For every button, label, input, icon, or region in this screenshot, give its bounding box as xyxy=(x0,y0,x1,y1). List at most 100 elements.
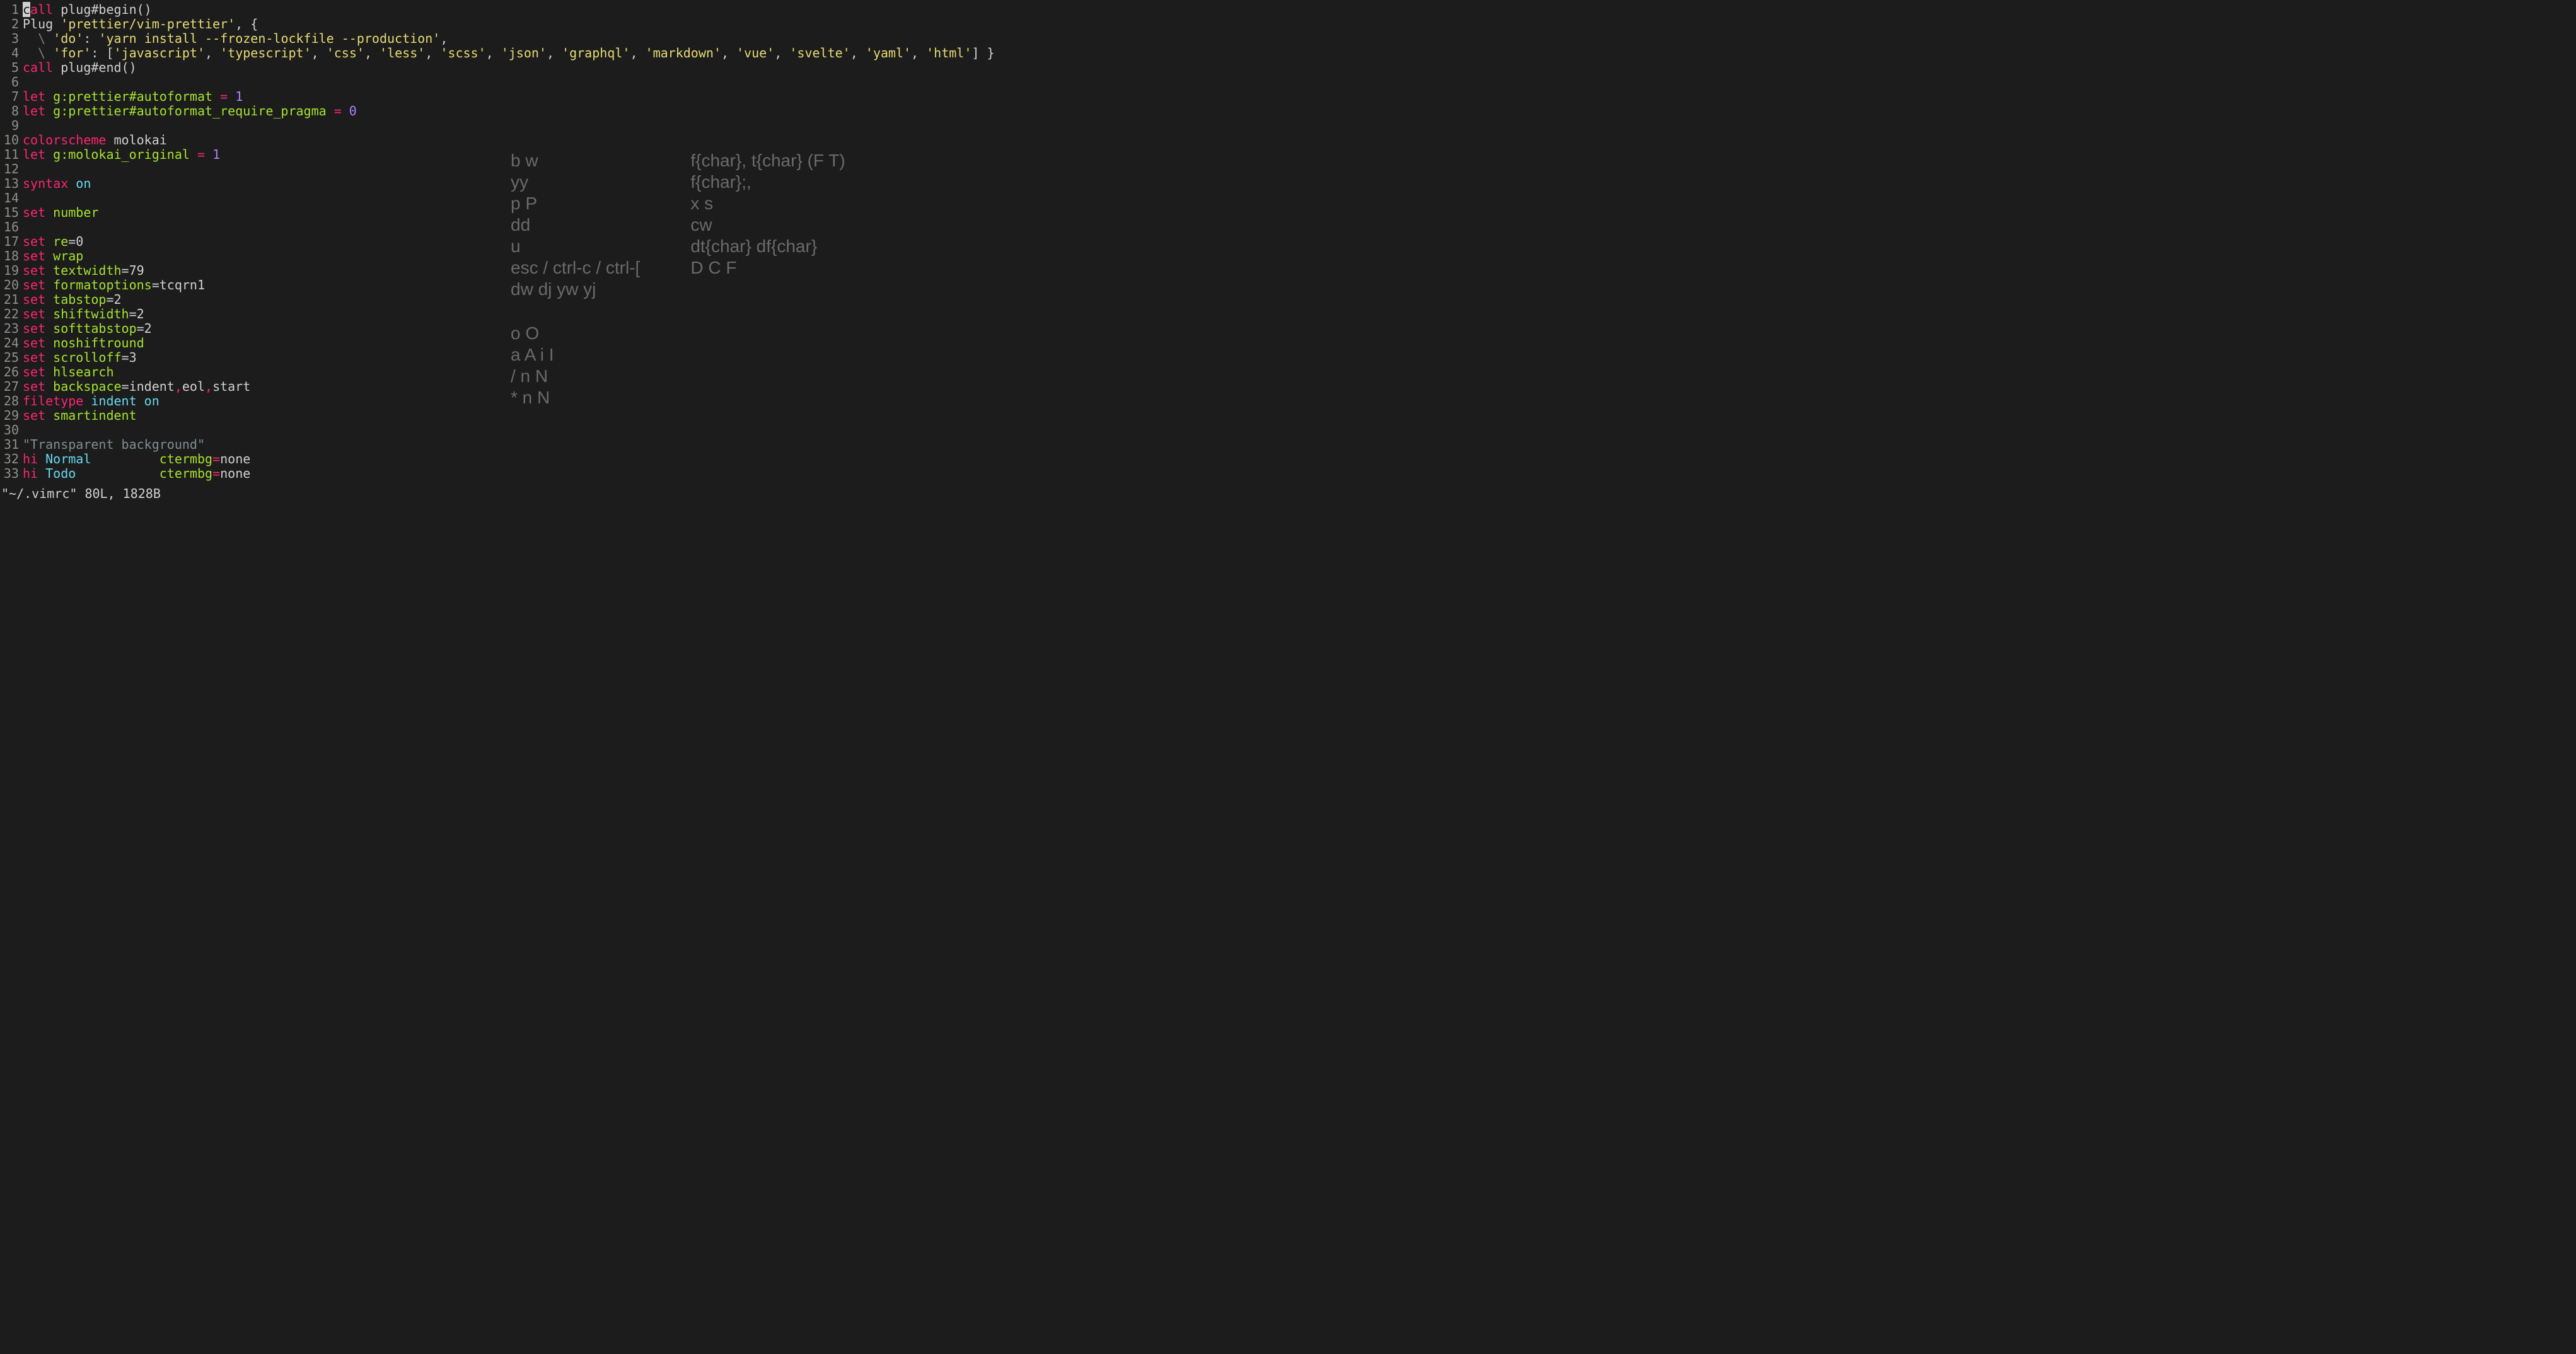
code-content[interactable]: set noshiftround xyxy=(23,336,144,350)
code-line[interactable]: 25set scrolloff=3 xyxy=(0,350,995,365)
line-number: 6 xyxy=(0,75,23,90)
code-content[interactable]: hi Todo ctermbg=none xyxy=(23,466,250,481)
code-content[interactable]: let g:prettier#autoformat_require_pragma… xyxy=(23,104,357,119)
token xyxy=(45,321,53,336)
code-content[interactable]: set textwidth=79 xyxy=(23,263,144,278)
vim-status-line: "~/.vimrc" 80L, 1828B xyxy=(1,487,161,501)
code-line[interactable]: 9 xyxy=(0,119,995,133)
code-content[interactable]: set formatoptions=tcqrn1 xyxy=(23,278,205,292)
code-content[interactable]: set backspace=indent,eol,start xyxy=(23,379,250,394)
code-content[interactable]: colorscheme molokai xyxy=(23,133,167,148)
code-line[interactable]: 27set backspace=indent,eol,start xyxy=(0,379,995,394)
code-line[interactable]: 7let g:prettier#autoformat = 1 xyxy=(0,90,995,104)
line-number: 24 xyxy=(0,336,23,350)
token: = xyxy=(197,147,205,162)
token: () xyxy=(122,60,137,75)
token: , { xyxy=(235,16,258,32)
token: eol xyxy=(182,379,205,394)
code-line[interactable]: 20set formatoptions=tcqrn1 xyxy=(0,278,995,292)
code-content[interactable]: call plug#end() xyxy=(23,61,137,75)
code-line[interactable]: 1call plug#begin() xyxy=(0,3,995,17)
code-line[interactable]: 2Plug 'prettier/vim-prettier', { xyxy=(0,17,995,32)
cheat-line: dw dj yw yj xyxy=(511,279,640,300)
vim-editor[interactable]: 1call plug#begin()2Plug 'prettier/vim-pr… xyxy=(0,3,995,481)
token: , xyxy=(911,45,926,61)
token xyxy=(45,292,53,307)
code-content[interactable]: hi Normal ctermbg=none xyxy=(23,452,250,466)
token: call xyxy=(23,60,53,75)
code-content[interactable]: set softtabstop=2 xyxy=(23,321,152,336)
code-content[interactable]: "Transparent background" xyxy=(23,437,205,452)
token xyxy=(45,408,53,423)
token: 'prettier/vim-prettier' xyxy=(61,16,235,32)
code-line[interactable]: 10colorscheme molokai xyxy=(0,133,995,148)
code-line[interactable]: 15set number xyxy=(0,205,995,220)
code-content[interactable]: let g:molokai_original = 1 xyxy=(23,148,220,162)
code-line[interactable]: 22set shiftwidth=2 xyxy=(0,307,995,321)
code-line[interactable]: 30 xyxy=(0,423,995,437)
code-line[interactable]: 13syntax on xyxy=(0,176,995,191)
code-line[interactable]: 26set hlsearch xyxy=(0,365,995,379)
token: 'vue' xyxy=(736,45,774,61)
token: () xyxy=(137,2,152,17)
token: on xyxy=(76,176,91,191)
code-line[interactable]: 31"Transparent background" xyxy=(0,437,995,452)
code-line[interactable]: 14 xyxy=(0,191,995,205)
code-content[interactable]: set re=0 xyxy=(23,234,83,249)
cheat-line: u xyxy=(511,236,640,257)
token xyxy=(45,45,53,61)
token: 'json' xyxy=(501,45,547,61)
code-line[interactable]: 5call plug#end() xyxy=(0,61,995,75)
code-content[interactable]: set tabstop=2 xyxy=(23,292,122,307)
token: Todo xyxy=(45,466,76,481)
code-line[interactable]: 18set wrap xyxy=(0,249,995,263)
code-line[interactable]: 17set re=0 xyxy=(0,234,995,249)
code-line[interactable]: 29set smartindent xyxy=(0,408,995,423)
code-line[interactable]: 32hi Normal ctermbg=none xyxy=(0,452,995,466)
token xyxy=(45,205,53,220)
code-line[interactable]: 3 \ 'do': 'yarn install --frozen-lockfil… xyxy=(0,32,995,46)
code-content[interactable]: syntax on xyxy=(23,176,91,191)
code-content[interactable]: \ 'for': ['javascript', 'typescript', 'c… xyxy=(23,46,995,61)
token xyxy=(23,31,38,46)
code-content[interactable]: set shiftwidth=2 xyxy=(23,307,144,321)
code-line[interactable]: 12 xyxy=(0,162,995,176)
code-line[interactable]: 21set tabstop=2 xyxy=(0,292,995,307)
code-line[interactable]: 8let g:prettier#autoformat_require_pragm… xyxy=(0,104,995,119)
token: : [ xyxy=(91,45,113,61)
code-line[interactable]: 24set noshiftround xyxy=(0,336,995,350)
code-content[interactable]: set number xyxy=(23,205,98,220)
code-line[interactable]: 23set softtabstop=2 xyxy=(0,321,995,336)
code-line[interactable]: 28filetype indent on xyxy=(0,394,995,408)
token xyxy=(45,234,53,249)
line-number: 27 xyxy=(0,379,23,394)
code-content[interactable]: set wrap xyxy=(23,249,83,263)
code-content[interactable]: set hlsearch xyxy=(23,365,114,379)
code-line[interactable]: 4 \ 'for': ['javascript', 'typescript', … xyxy=(0,46,995,61)
vim-cheatsheet-overlay: b wyyp Pdduesc / ctrl-c / ctrl-[dw dj yw… xyxy=(511,150,845,431)
line-number: 20 xyxy=(0,278,23,292)
cheat-line: o O xyxy=(511,323,640,344)
code-content[interactable]: \ 'do': 'yarn install --frozen-lockfile … xyxy=(23,32,448,46)
token: , xyxy=(440,31,448,46)
code-content[interactable]: set smartindent xyxy=(23,408,137,423)
token: =0 xyxy=(68,234,83,249)
line-number: 19 xyxy=(0,263,23,278)
code-line[interactable]: 6 xyxy=(0,75,995,90)
token: 'html' xyxy=(926,45,972,61)
token: 'svelte' xyxy=(789,45,850,61)
code-line[interactable]: 16 xyxy=(0,220,995,234)
code-content[interactable]: filetype indent on xyxy=(23,394,160,408)
token: =tcqrn1 xyxy=(152,277,205,292)
token: 1 xyxy=(212,147,220,162)
token xyxy=(212,89,220,104)
code-content[interactable]: Plug 'prettier/vim-prettier', { xyxy=(23,17,258,32)
code-line[interactable]: 33hi Todo ctermbg=none xyxy=(0,466,995,481)
line-number: 9 xyxy=(0,119,23,133)
code-line[interactable]: 19set textwidth=79 xyxy=(0,263,995,278)
code-content[interactable]: let g:prettier#autoformat = 1 xyxy=(23,90,243,104)
cheat-line: D C F xyxy=(690,257,845,279)
code-line[interactable]: 11let g:molokai_original = 1 xyxy=(0,148,995,162)
code-content[interactable]: set scrolloff=3 xyxy=(23,350,137,365)
code-content[interactable]: call plug#begin() xyxy=(23,3,152,17)
